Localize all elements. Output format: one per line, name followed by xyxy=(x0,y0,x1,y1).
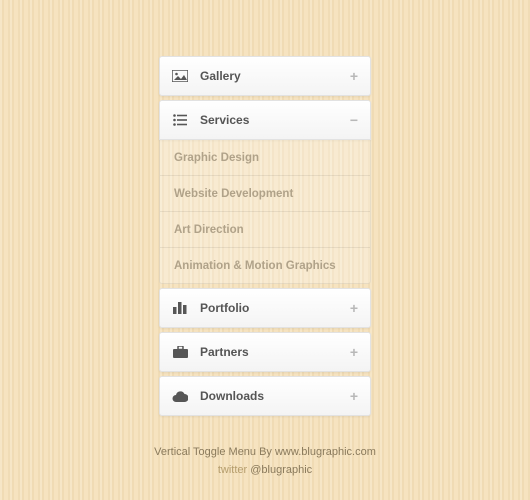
plus-icon: + xyxy=(350,301,358,315)
submenu-item[interactable]: Graphic Design xyxy=(159,140,371,176)
menu-item-label: Partners xyxy=(200,345,350,359)
chart-icon xyxy=(172,300,188,316)
footer: Vertical Toggle Menu By www.blugraphic.c… xyxy=(154,444,376,479)
image-icon xyxy=(172,68,188,84)
menu-item-label: Portfolio xyxy=(200,301,350,315)
twitter-handle: @blugraphic xyxy=(250,464,312,476)
menu-item-gallery[interactable]: Gallery+ xyxy=(159,56,371,96)
plus-icon: + xyxy=(350,389,358,403)
submenu-item[interactable]: Art Direction xyxy=(159,212,371,248)
plus-icon: + xyxy=(350,69,358,83)
list-icon xyxy=(172,112,188,128)
minus-icon: − xyxy=(350,113,358,127)
menu-item-portfolio[interactable]: Portfolio+ xyxy=(159,288,371,328)
menu-item-downloads[interactable]: Downloads+ xyxy=(159,376,371,416)
footer-twitter: twitter @blugraphic xyxy=(154,462,376,480)
plus-icon: + xyxy=(350,345,358,359)
briefcase-icon xyxy=(172,344,188,360)
footer-credit: Vertical Toggle Menu By www.blugraphic.c… xyxy=(154,444,376,462)
submenu-services: Graphic DesignWebsite DevelopmentArt Dir… xyxy=(159,140,371,284)
twitter-label: twitter xyxy=(218,464,247,476)
submenu-item[interactable]: Website Development xyxy=(159,176,371,212)
menu-item-label: Gallery xyxy=(200,69,350,83)
accordion-menu: Gallery+Services−Graphic DesignWebsite D… xyxy=(159,56,371,420)
menu-item-label: Services xyxy=(200,113,350,127)
submenu-item[interactable]: Animation & Motion Graphics xyxy=(159,248,371,284)
menu-item-partners[interactable]: Partners+ xyxy=(159,332,371,372)
menu-item-services[interactable]: Services− xyxy=(159,100,371,140)
cloud-icon xyxy=(172,388,188,404)
menu-item-label: Downloads xyxy=(200,389,350,403)
